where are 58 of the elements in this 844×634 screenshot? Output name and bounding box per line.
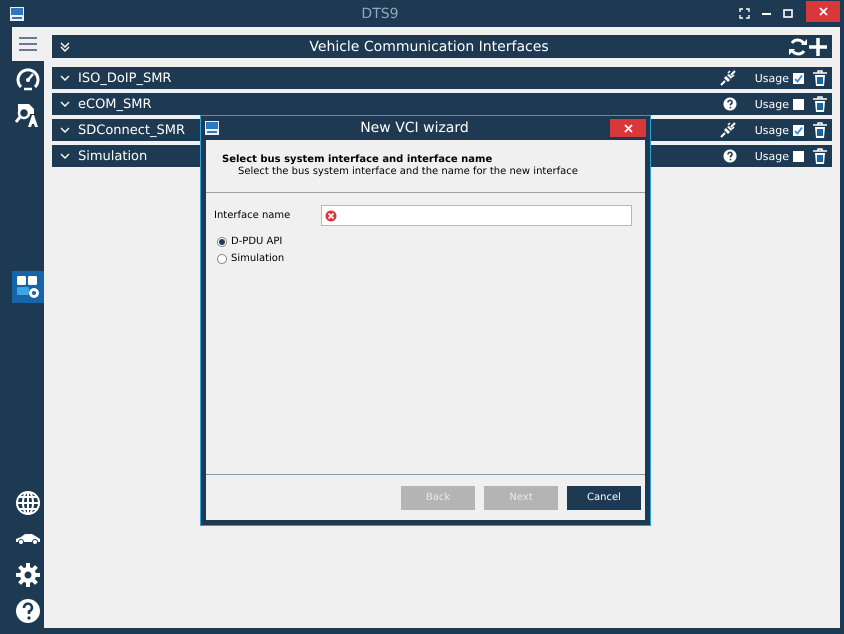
gauge-icon (15, 66, 41, 92)
sidebar-item[interactable] (12, 27, 44, 61)
radio-option[interactable]: Simulation (217, 253, 284, 264)
interface-name: Simulation (78, 148, 148, 164)
sidebar-item[interactable] (12, 271, 44, 303)
app-logo-icon (10, 6, 24, 20)
interface-name: eCOM_SMR (78, 96, 152, 112)
usage-label: Usage (754, 124, 789, 136)
collapse-all-icon[interactable] (60, 42, 70, 52)
interface-name-field[interactable] (321, 205, 632, 226)
trash-icon[interactable] (812, 122, 828, 138)
usage-label: Usage (754, 98, 789, 110)
help-icon (722, 97, 737, 111)
dialog-title: New VCI wizard (359, 120, 470, 136)
usage-label: Usage (754, 72, 789, 84)
usage-label: Usage (754, 150, 789, 162)
usage-checkbox[interactable] (793, 124, 804, 136)
dialog-logo-icon (205, 121, 219, 135)
help-icon (722, 149, 737, 163)
close-icon (818, 7, 828, 16)
usage-checkbox[interactable] (793, 150, 804, 162)
close-button[interactable] (610, 119, 646, 137)
fullscreen-icon (738, 8, 750, 19)
header-title: Vehicle Communication Interfaces (308, 38, 550, 54)
plug-icon (718, 121, 737, 139)
interface-name: ISO_DoIP_SMR (78, 70, 172, 86)
refresh-icon[interactable] (788, 36, 808, 56)
globe-icon (15, 490, 41, 516)
settings-icon (15, 562, 41, 588)
usage-checkbox[interactable] (793, 98, 804, 110)
menu-icon (18, 37, 38, 51)
plug-icon (718, 69, 737, 87)
trash-icon[interactable] (812, 148, 828, 164)
chevron-down-icon (60, 75, 70, 81)
search-document-icon (15, 102, 41, 128)
maximize-icon (783, 9, 793, 18)
apps-settings-icon (15, 274, 41, 300)
chevron-down-icon (60, 153, 70, 159)
radio-option[interactable]: D-PDU API (217, 236, 282, 247)
car-icon (15, 532, 41, 546)
window-title: DTS9 (360, 6, 400, 22)
step-description: Select the bus system interface and the name for the new interface (238, 166, 579, 177)
interface-name: SDConnect_SMR (78, 122, 186, 138)
close-icon (624, 124, 632, 132)
chevron-down-icon (60, 127, 70, 133)
trash-icon[interactable] (812, 96, 828, 112)
wizard-button[interactable]: Cancel (567, 486, 641, 510)
field-label: Interface name (214, 210, 292, 221)
interface-row[interactable]: ISO_DoIP_SMR Usage (52, 67, 832, 89)
interface-row[interactable]: eCOM_SMR Usage (52, 93, 832, 115)
add-icon[interactable] (808, 36, 828, 56)
step-heading: Select bus system interface and interface name (222, 154, 494, 165)
chevron-down-icon (60, 101, 70, 107)
minimize-icon (762, 12, 770, 14)
trash-icon[interactable] (812, 70, 828, 86)
close-button[interactable] (806, 1, 840, 22)
usage-checkbox[interactable] (793, 72, 804, 84)
help-icon (15, 598, 41, 624)
